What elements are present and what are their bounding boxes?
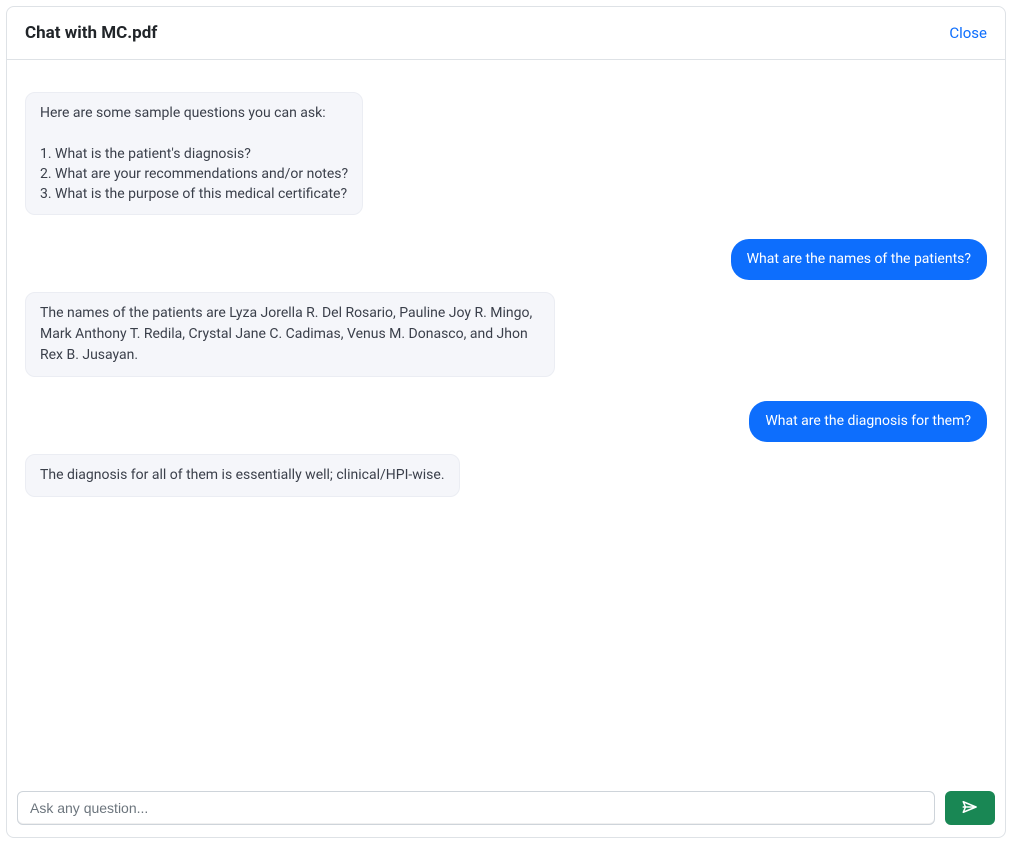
chat-body[interactable]: Here are some sample questions you can a…	[7, 60, 1005, 781]
user-message: What are the names of the patients?	[731, 239, 987, 280]
question-input[interactable]	[17, 791, 935, 825]
modal-title: Chat with MC.pdf	[25, 23, 157, 43]
close-button[interactable]: Close	[949, 24, 987, 42]
message-row-bot: Here are some sample questions you can a…	[25, 92, 987, 215]
message-row-bot: The names of the patients are Lyza Jorel…	[25, 292, 987, 377]
message-row-bot: The diagnosis for all of them is essenti…	[25, 454, 987, 497]
message-row-user: What are the names of the patients?	[25, 239, 987, 280]
send-icon	[961, 798, 979, 819]
input-bar	[7, 781, 1005, 837]
user-message: What are the diagnosis for them?	[749, 401, 987, 442]
bot-message-intro: Here are some sample questions you can a…	[25, 92, 363, 215]
bot-message: The names of the patients are Lyza Jorel…	[25, 292, 555, 377]
chat-modal: Chat with MC.pdf Close Here are some sam…	[6, 6, 1006, 838]
send-button[interactable]	[945, 791, 995, 825]
modal-header: Chat with MC.pdf Close	[7, 7, 1005, 60]
bot-message: The diagnosis for all of them is essenti…	[25, 454, 460, 497]
message-row-user: What are the diagnosis for them?	[25, 401, 987, 442]
